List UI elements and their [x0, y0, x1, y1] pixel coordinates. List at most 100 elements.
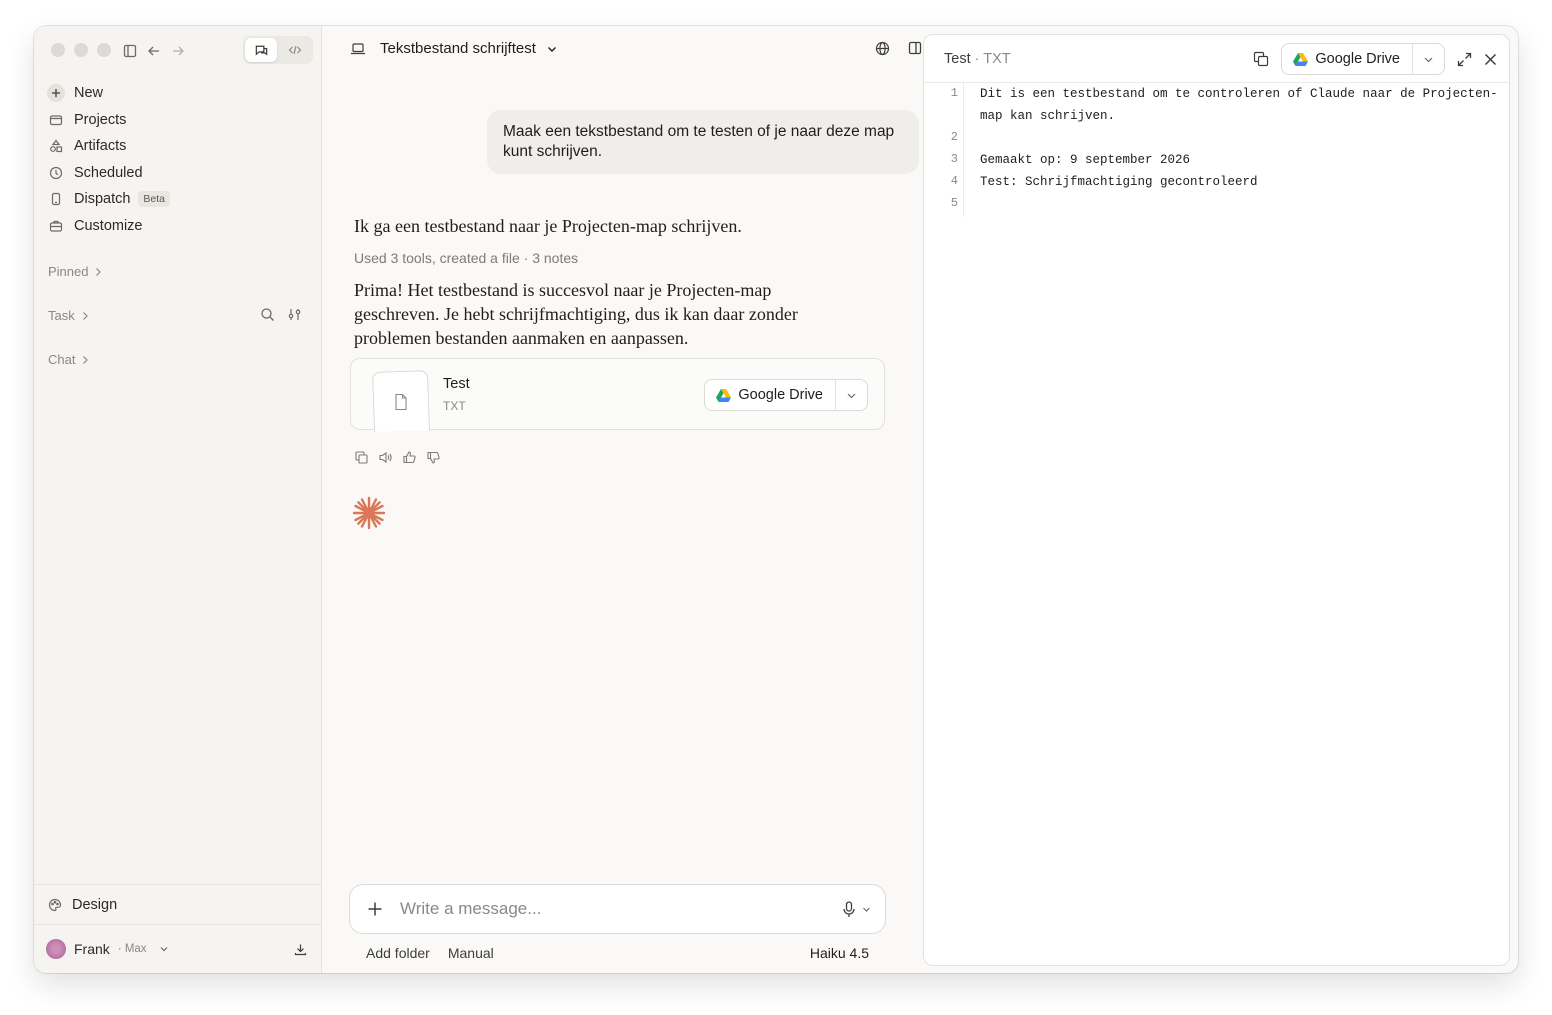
save-options-dropdown[interactable]	[835, 380, 867, 410]
thumbs-down-icon[interactable]	[426, 450, 441, 465]
assistant-intro: Ik ga een testbestand naar je Projecten-…	[354, 216, 742, 236]
line-number: 2	[950, 130, 958, 144]
tools-summary-toggle[interactable]: Used 3 tools, created a file · 3 notes	[354, 250, 578, 266]
user-menu[interactable]: Frank · Max	[34, 924, 321, 973]
conversation-pane: Tekstbestand schrijftest Maak een tekstb…	[322, 26, 922, 973]
filter-sliders-icon[interactable]	[287, 307, 302, 327]
code-line: Gemaakt op: 9 september 2026	[980, 153, 1191, 167]
sidebar-item-label: Artifacts	[74, 138, 127, 155]
sidebar-item-label: Projects	[74, 111, 127, 128]
download-icon[interactable]	[294, 943, 307, 956]
sidebar-item-design[interactable]: Design	[34, 884, 321, 924]
save-to-google-drive-button[interactable]: Google Drive	[705, 380, 835, 410]
user-name: Frank	[74, 941, 110, 957]
code-mode-icon[interactable]	[279, 38, 311, 62]
message-input[interactable]	[400, 899, 842, 919]
avatar	[46, 939, 66, 959]
chat-section-toggle[interactable]: Chat	[48, 352, 89, 367]
close-icon[interactable]	[1484, 53, 1497, 66]
sidebar-item-new[interactable]: New	[47, 80, 307, 107]
copy-icon[interactable]	[1253, 51, 1269, 67]
file-type: TXT	[443, 399, 466, 413]
clock-icon	[48, 165, 64, 181]
search-icon[interactable]	[260, 307, 275, 327]
chat-mode-icon[interactable]	[245, 38, 277, 62]
minimize-window-button[interactable]	[74, 43, 88, 57]
plus-icon	[47, 84, 65, 103]
task-section-toggle[interactable]: Task	[48, 308, 89, 323]
sidebar-item-customize[interactable]: Customize	[48, 213, 307, 240]
line-number: 3	[950, 152, 958, 166]
mode-selector[interactable]: Manual	[448, 945, 494, 961]
file-thumbnail	[371, 370, 431, 432]
document-icon	[393, 392, 409, 410]
code-viewer[interactable]: 1 Dit is een testbestand om te controler…	[924, 83, 1509, 965]
save-options-dropdown[interactable]	[1412, 44, 1444, 74]
file-card[interactable]: Test TXT Google Drive	[350, 358, 885, 432]
user-message: Maak een tekstbestand om te testen of je…	[487, 110, 919, 174]
close-window-button[interactable]	[51, 43, 65, 57]
back-arrow-icon[interactable]	[144, 41, 164, 61]
sidebar-item-label: Dispatch	[74, 191, 131, 208]
message-composer	[349, 884, 886, 934]
sidebar-item-label: Customize	[74, 217, 143, 234]
sidebar-toggle-icon[interactable]	[120, 41, 140, 61]
expand-icon[interactable]	[1457, 52, 1472, 67]
chevron-right-icon	[82, 311, 88, 320]
window-controls	[51, 43, 111, 57]
save-to-google-drive-button[interactable]: Google Drive	[1282, 44, 1412, 74]
user-plan: · Max	[117, 943, 147, 955]
line-number: 1	[950, 86, 958, 100]
speaker-icon[interactable]	[378, 450, 393, 465]
add-folder-button[interactable]: Add folder	[366, 945, 430, 961]
save-to-google-drive-split-button: Google Drive	[704, 379, 868, 411]
thumbs-up-icon[interactable]	[402, 450, 417, 465]
line-number: 5	[950, 196, 958, 210]
top-actions	[875, 41, 922, 56]
conversation-title: Tekstbestand schrijftest	[380, 40, 536, 57]
sidebar-item-label: Scheduled	[74, 164, 143, 181]
microphone-icon	[843, 900, 855, 917]
conversation-title-button[interactable]: Tekstbestand schrijftest	[350, 40, 558, 57]
sidebar-item-scheduled[interactable]: Scheduled	[48, 160, 307, 187]
sidebar-item-artifacts[interactable]: Artifacts	[48, 133, 307, 160]
section-label: Task	[48, 308, 75, 323]
voice-input-button[interactable]	[842, 900, 885, 918]
section-label: Pinned	[48, 264, 89, 279]
copy-icon[interactable]	[354, 450, 369, 465]
message-actions	[354, 450, 441, 465]
section-label: Chat	[48, 352, 76, 367]
assistant-reply: Prima! Het testbestand is succesvol naar…	[354, 280, 798, 348]
folder-icon	[48, 112, 64, 128]
file-name: Test	[443, 376, 470, 392]
forward-arrow-icon[interactable]	[168, 41, 188, 61]
google-drive-label: Google Drive	[1315, 51, 1400, 67]
model-selector[interactable]: Haiku 4.5	[810, 945, 869, 961]
chevron-down-icon	[1424, 57, 1433, 62]
phone-icon	[48, 191, 64, 207]
zoom-window-button[interactable]	[97, 43, 111, 57]
chevron-right-icon	[83, 355, 89, 364]
globe-icon[interactable]	[875, 41, 890, 56]
attach-plus-icon[interactable]	[350, 901, 400, 917]
sidebar-item-projects[interactable]: Projects	[48, 107, 307, 134]
chevron-down-icon	[546, 43, 558, 55]
panel-toggle-icon[interactable]	[908, 41, 922, 56]
code-line: Test: Schrijfmachtiging gecontroleerd	[980, 175, 1258, 189]
design-label: Design	[72, 896, 118, 913]
chevron-down-icon	[863, 907, 870, 912]
google-drive-label: Google Drive	[738, 387, 823, 403]
artifact-name: Test	[944, 51, 971, 67]
chevron-right-icon	[96, 267, 102, 276]
palette-icon	[48, 898, 62, 912]
chevron-down-icon	[159, 944, 169, 954]
composer-footer: Add folder Manual	[366, 945, 494, 961]
sidebar-item-dispatch[interactable]: Dispatch Beta	[48, 186, 307, 213]
app-window: New Projects Artifacts Scheduled Dispatc…	[34, 26, 1518, 973]
beta-badge: Beta	[138, 191, 171, 208]
laptop-icon	[350, 42, 366, 56]
sidebar-nav: New Projects Artifacts Scheduled Dispatc…	[47, 80, 307, 240]
pinned-section-toggle[interactable]: Pinned	[48, 264, 102, 279]
mode-switch	[243, 36, 313, 64]
code-line: Dit is een testbestand om te controleren…	[980, 87, 1498, 123]
